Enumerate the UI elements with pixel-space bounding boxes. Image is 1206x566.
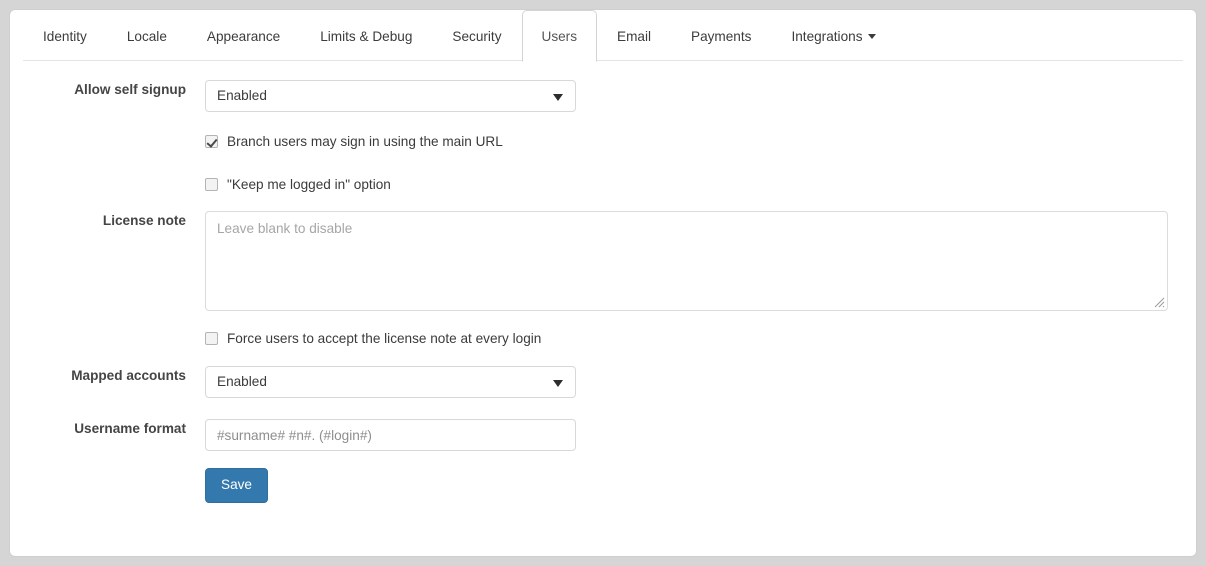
tab-label: Identity xyxy=(43,29,87,44)
tab-label: Locale xyxy=(126,29,167,44)
form-row-branch-users-main-url: Branch users may sign in using the main … xyxy=(10,133,1196,151)
form-row-allow-self-signup: Allow self signup Enabled xyxy=(10,80,1196,112)
tab-integrations[interactable]: Integrations xyxy=(771,10,895,62)
tab-label: Security xyxy=(452,29,502,44)
keep-me-logged-in-label[interactable]: "Keep me logged in" option xyxy=(227,176,391,194)
keep-me-logged-in-row: "Keep me logged in" option xyxy=(205,176,1196,194)
tab-label: Email xyxy=(617,29,651,44)
tab-appearance[interactable]: Appearance xyxy=(187,10,300,62)
settings-panel: Identity Locale Appearance Limits & Debu… xyxy=(9,9,1197,557)
tab-label: Payments xyxy=(691,29,752,44)
branch-users-main-url-checkbox[interactable] xyxy=(205,135,218,148)
branch-users-main-url-label[interactable]: Branch users may sign in using the main … xyxy=(227,133,503,151)
branch-users-main-url-row: Branch users may sign in using the main … xyxy=(205,133,1196,151)
username-format-label: Username format xyxy=(74,421,186,436)
tab-security[interactable]: Security xyxy=(432,10,521,62)
force-accept-license-row: Force users to accept the license note a… xyxy=(205,330,1196,348)
allow-self-signup-select-wrap: Enabled xyxy=(205,80,576,112)
tab-label: Appearance xyxy=(206,29,281,44)
form-row-save: Save xyxy=(10,468,1196,503)
form-row-mapped-accounts: Mapped accounts Enabled xyxy=(10,366,1196,398)
allow-self-signup-label: Allow self signup xyxy=(74,82,186,97)
mapped-accounts-select-wrap: Enabled xyxy=(205,366,576,398)
mapped-accounts-select[interactable]: Enabled xyxy=(205,366,576,398)
form-row-force-accept-license: Force users to accept the license note a… xyxy=(10,330,1196,348)
mapped-accounts-label: Mapped accounts xyxy=(71,368,186,383)
license-note-label: License note xyxy=(102,213,186,228)
settings-tab-bar: Identity Locale Appearance Limits & Debu… xyxy=(10,10,1196,62)
allow-self-signup-field: Enabled xyxy=(205,80,1196,112)
allow-self-signup-select[interactable]: Enabled xyxy=(205,80,576,112)
username-format-input[interactable] xyxy=(205,419,576,451)
chevron-down-icon xyxy=(867,34,876,39)
mapped-accounts-field: Enabled xyxy=(205,366,1196,398)
username-format-field xyxy=(205,419,1196,451)
keep-me-logged-in-checkbox[interactable] xyxy=(205,178,218,191)
tab-locale[interactable]: Locale xyxy=(107,10,187,62)
force-accept-license-checkbox[interactable] xyxy=(205,332,218,345)
tab-limits-and-debug[interactable]: Limits & Debug xyxy=(300,10,432,62)
tab-label: Limits & Debug xyxy=(320,29,413,44)
tab-payments[interactable]: Payments xyxy=(671,10,771,62)
users-settings-form: Allow self signup Enabled Branch users m… xyxy=(10,61,1196,503)
tab-users[interactable]: Users xyxy=(521,10,597,62)
tab-label: Users xyxy=(541,29,578,44)
form-row-keep-me-logged-in: "Keep me logged in" option xyxy=(10,176,1196,194)
tab-identity[interactable]: Identity xyxy=(23,10,107,62)
tab-label: Integrations xyxy=(791,29,863,44)
save-button[interactable]: Save xyxy=(205,468,268,503)
form-row-license-note: License note xyxy=(10,211,1196,311)
license-note-textarea-wrap xyxy=(205,211,1168,311)
license-note-field xyxy=(205,211,1196,311)
tab-email[interactable]: Email xyxy=(597,10,671,62)
form-row-username-format: Username format xyxy=(10,419,1196,451)
force-accept-license-label[interactable]: Force users to accept the license note a… xyxy=(227,330,541,348)
license-note-textarea[interactable] xyxy=(205,211,1168,311)
